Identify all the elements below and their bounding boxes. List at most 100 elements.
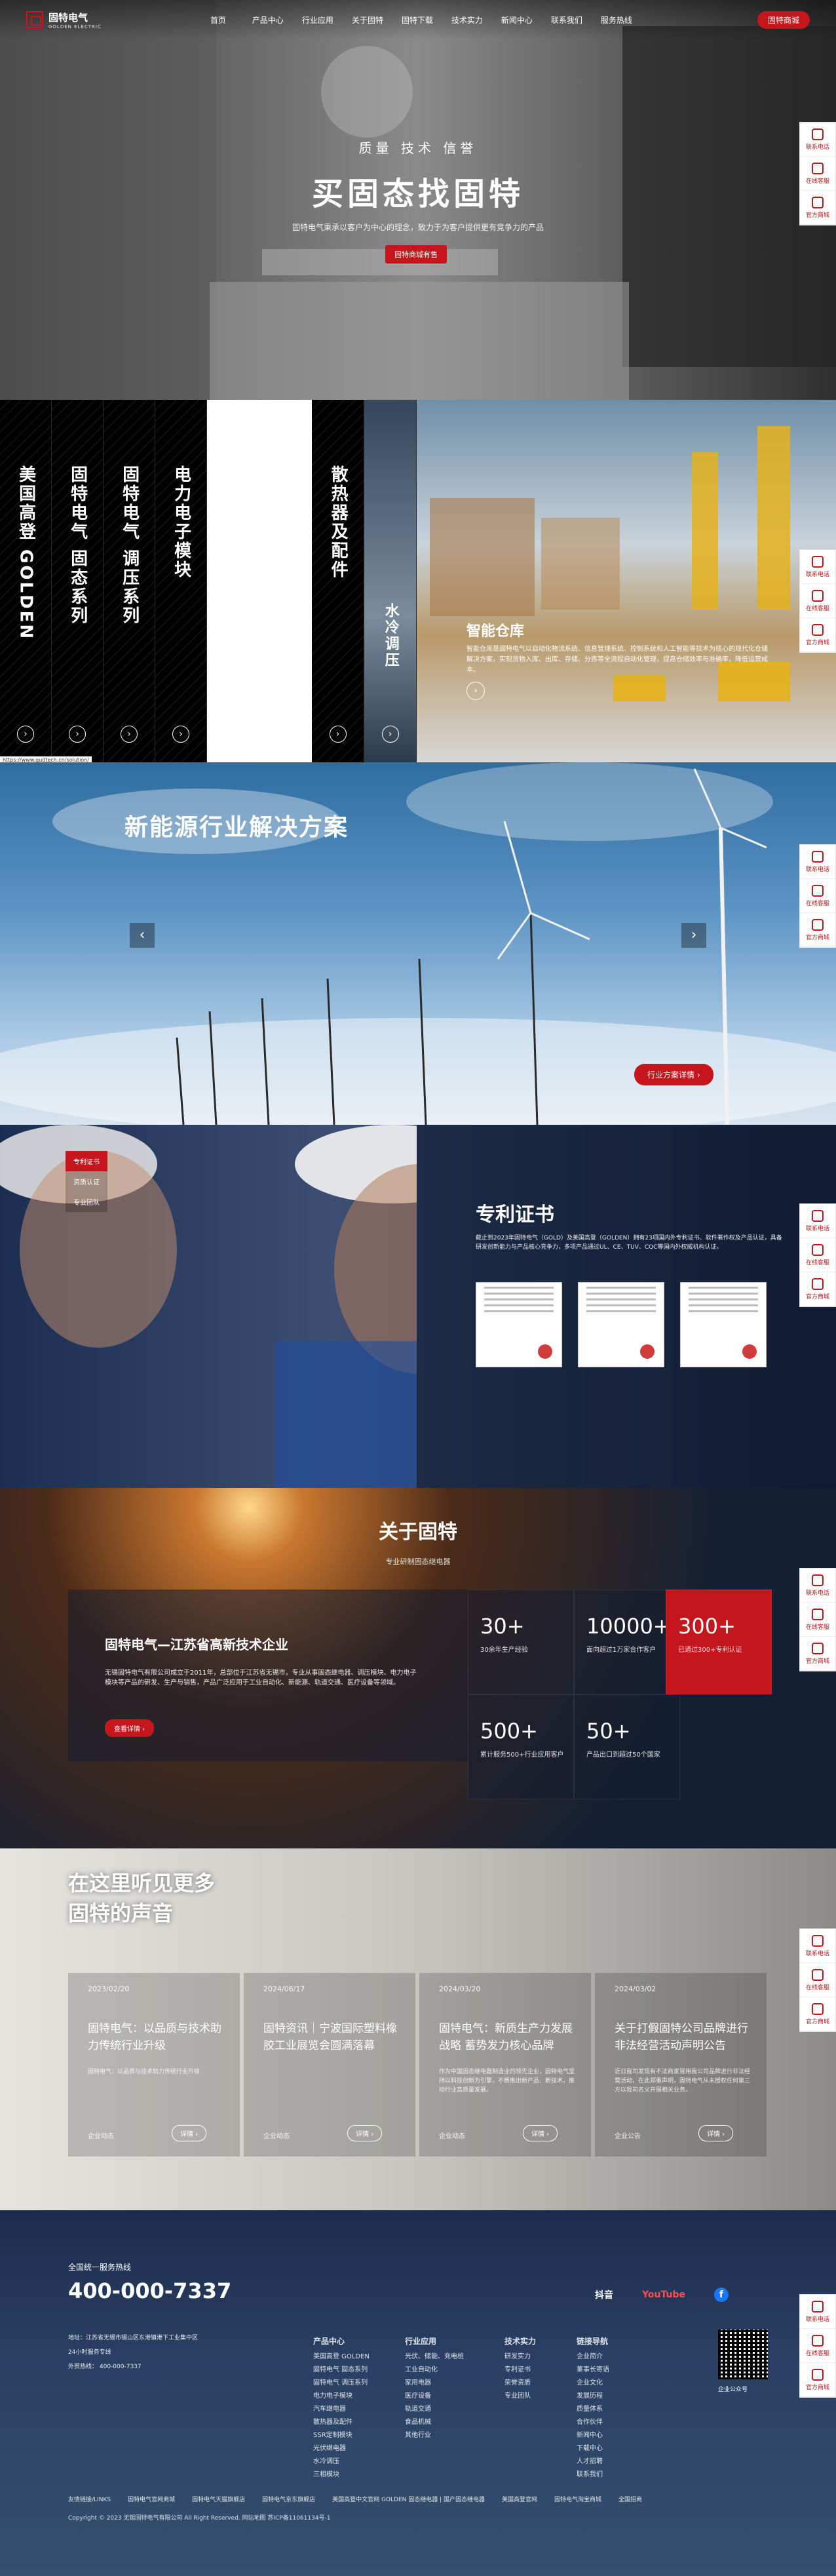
carousel-next-button[interactable]: › <box>681 923 706 948</box>
hotline-number[interactable]: 400-000-7337 <box>68 2278 231 2303</box>
side-shop-button[interactable]: 官方商城 <box>800 1272 835 1306</box>
footer-link[interactable]: 水冷调压 <box>313 2455 370 2469</box>
smart-warehouse-panel[interactable]: 智能仓库 智能仓库是固特电气以自动化物流系统、信息管理系统、控制系统和人工智能等… <box>417 400 836 762</box>
footer-link[interactable]: 质量体系 <box>577 2403 609 2416</box>
footer-link[interactable]: 轨道交通 <box>405 2403 464 2416</box>
side-shop-button[interactable]: 官方商城 <box>800 1997 835 2031</box>
shop-button[interactable]: 固特商城 <box>757 10 810 29</box>
footer-link[interactable]: 光伏、储能、充电桩 <box>405 2351 464 2364</box>
footer-link[interactable]: 其他行业 <box>405 2429 464 2442</box>
footer-link[interactable]: 家用电器 <box>405 2377 464 2390</box>
footer-link[interactable]: 企业文化 <box>577 2377 609 2390</box>
side-phone-button[interactable]: 联系电话 <box>800 1569 835 1603</box>
side-chat-button[interactable]: 在线客服 <box>800 1963 835 1997</box>
side-shop-button[interactable]: 官方商城 <box>800 1637 835 1671</box>
arrow-right-icon[interactable]: › <box>121 726 138 743</box>
logo[interactable]: 固特电气 GOLDEN ELECTRIC <box>26 10 102 29</box>
product-col-heatsink[interactable]: 散热器及配件 › <box>312 400 364 762</box>
footer-link[interactable]: 医疗设备 <box>405 2390 464 2403</box>
arrow-right-icon[interactable]: › <box>466 682 485 700</box>
friend-link[interactable]: 固特电气淘宝商城 <box>554 2495 601 2503</box>
friend-link[interactable]: 固特电气天猫旗舰店 <box>192 2495 245 2503</box>
nav-item-hotline[interactable]: 服务热线 <box>592 14 641 26</box>
footer-link[interactable]: 联系我们 <box>577 2469 609 2482</box>
footer-link[interactable]: 专业团队 <box>504 2390 536 2403</box>
news-more-button[interactable]: 详情 › <box>698 2125 734 2141</box>
footer-link[interactable]: 企业简介 <box>577 2351 609 2364</box>
side-chat-button[interactable]: 在线客服 <box>800 879 835 913</box>
footer-link[interactable]: 下载中心 <box>577 2442 609 2455</box>
nav-item-tech[interactable]: 技术实力 <box>442 14 492 26</box>
footer-link[interactable]: 研发实力 <box>504 2351 536 2364</box>
arrow-right-icon[interactable]: › <box>172 726 189 743</box>
side-chat-button[interactable]: 在线客服 <box>800 584 835 618</box>
nav-item-products[interactable]: 产品中心 <box>243 14 293 26</box>
side-shop-button[interactable]: 官方商城 <box>800 2363 835 2397</box>
footer-link[interactable]: 美国高登 GOLDEN <box>313 2351 370 2364</box>
footer-link[interactable]: 固特电气 固态系列 <box>313 2364 370 2377</box>
side-phone-button[interactable]: 联系电话 <box>800 123 835 157</box>
arrow-right-icon[interactable]: › <box>329 726 347 743</box>
news-more-button[interactable]: 详情 › <box>523 2125 558 2141</box>
footer-link[interactable]: 专利证书 <box>504 2364 536 2377</box>
tab-team[interactable]: 专业团队 <box>66 1192 107 1212</box>
footer-link[interactable]: SSR定制模块 <box>313 2429 370 2442</box>
footer-link[interactable]: 工业自动化 <box>405 2364 464 2377</box>
energy-detail-button[interactable]: 行业方案详情 › <box>634 1064 713 1085</box>
certificate-image[interactable] <box>578 1282 664 1367</box>
friend-link[interactable]: 美国高登官网 <box>502 2495 537 2503</box>
footer-link[interactable]: 荣誉资质 <box>504 2377 536 2390</box>
product-col-water-cooling[interactable]: 水冷调压 › <box>364 400 417 762</box>
footer-link[interactable]: 汽车继电器 <box>313 2403 370 2416</box>
product-col-power-module[interactable]: 电力电子模块 › <box>155 400 207 762</box>
certificate-image[interactable] <box>476 1282 562 1367</box>
footer-link[interactable]: 董事长寄语 <box>577 2364 609 2377</box>
footer-link[interactable]: 食品机械 <box>405 2416 464 2429</box>
product-col-golden[interactable]: 美国高登 GOLDEN › <box>0 400 52 762</box>
side-shop-button[interactable]: 官方商城 <box>800 618 835 652</box>
arrow-right-icon[interactable]: › <box>17 726 34 743</box>
nav-item-home[interactable]: 首页 <box>193 14 243 26</box>
about-more-button[interactable]: 查看详情 › <box>105 1719 155 1737</box>
arrow-right-icon[interactable]: › <box>381 726 399 743</box>
side-phone-button[interactable]: 联系电话 <box>800 845 835 879</box>
nav-item-download[interactable]: 固特下载 <box>392 14 442 26</box>
footer-link[interactable]: 光伏继电器 <box>313 2442 370 2455</box>
friend-link[interactable]: 固特电气京东旗舰店 <box>262 2495 315 2503</box>
friend-link[interactable]: 美国高登中文官网 GOLDEN 固态继电器 | 国产固态继电器 <box>332 2495 485 2503</box>
tab-patent[interactable]: 专利证书 <box>66 1151 107 1171</box>
side-phone-button[interactable]: 联系电话 <box>800 2295 835 2329</box>
footer-link[interactable]: 合作伙伴 <box>577 2416 609 2429</box>
tiktok-icon[interactable]: 抖音 <box>595 2288 613 2301</box>
friend-link[interactable]: 全国招商 <box>618 2495 642 2503</box>
side-phone-button[interactable]: 联系电话 <box>800 1204 835 1238</box>
side-chat-button[interactable]: 在线客服 <box>800 1238 835 1272</box>
footer-link[interactable]: 固特电气 调压系列 <box>313 2377 370 2390</box>
nav-item-industry[interactable]: 行业应用 <box>293 14 343 26</box>
news-more-button[interactable]: 详情 › <box>172 2125 207 2141</box>
side-chat-button[interactable]: 在线客服 <box>800 2329 835 2363</box>
news-card[interactable]: 2024/06/17 固特资讯｜宁波国际塑料橡胶工业展览会圆满落幕 企业动态 详… <box>244 1973 415 2156</box>
nav-item-news[interactable]: 新闻中心 <box>492 14 542 26</box>
footer-link[interactable]: 散热器及配件 <box>313 2416 370 2429</box>
friend-link[interactable]: 固特电气官网商城 <box>128 2495 175 2503</box>
nav-item-contact[interactable]: 联系我们 <box>542 14 592 26</box>
facebook-icon[interactable]: f <box>713 2288 729 2302</box>
footer-link[interactable]: 三相模块 <box>313 2469 370 2482</box>
hero-shop-button[interactable]: 固特商城有售 <box>385 245 447 263</box>
side-phone-button[interactable]: 联系电话 <box>800 1929 835 1963</box>
side-chat-button[interactable]: 在线客服 <box>800 157 835 191</box>
news-card[interactable]: 2024/03/02 关于打假固特公司品牌进行非法经营活动声明公告 近日我司发现… <box>595 1973 767 2156</box>
product-col-solid-state[interactable]: 固特电气 固态系列 › <box>52 400 104 762</box>
nav-item-about[interactable]: 关于固特 <box>343 14 392 26</box>
footer-link[interactable]: 新闻中心 <box>577 2429 609 2442</box>
carousel-prev-button[interactable]: ‹ <box>130 923 155 948</box>
footer-link[interactable]: 发展历程 <box>577 2390 609 2403</box>
arrow-right-icon[interactable]: › <box>69 726 86 743</box>
product-col-regulator[interactable]: 固特电气 调压系列 › <box>104 400 155 762</box>
youtube-icon[interactable]: YouTube <box>642 2290 685 2300</box>
footer-link[interactable]: 电力电子模块 <box>313 2390 370 2403</box>
footer-link[interactable]: 人才招聘 <box>577 2455 609 2469</box>
certificate-image[interactable] <box>680 1282 767 1367</box>
side-shop-button[interactable]: 官方商城 <box>800 913 835 947</box>
